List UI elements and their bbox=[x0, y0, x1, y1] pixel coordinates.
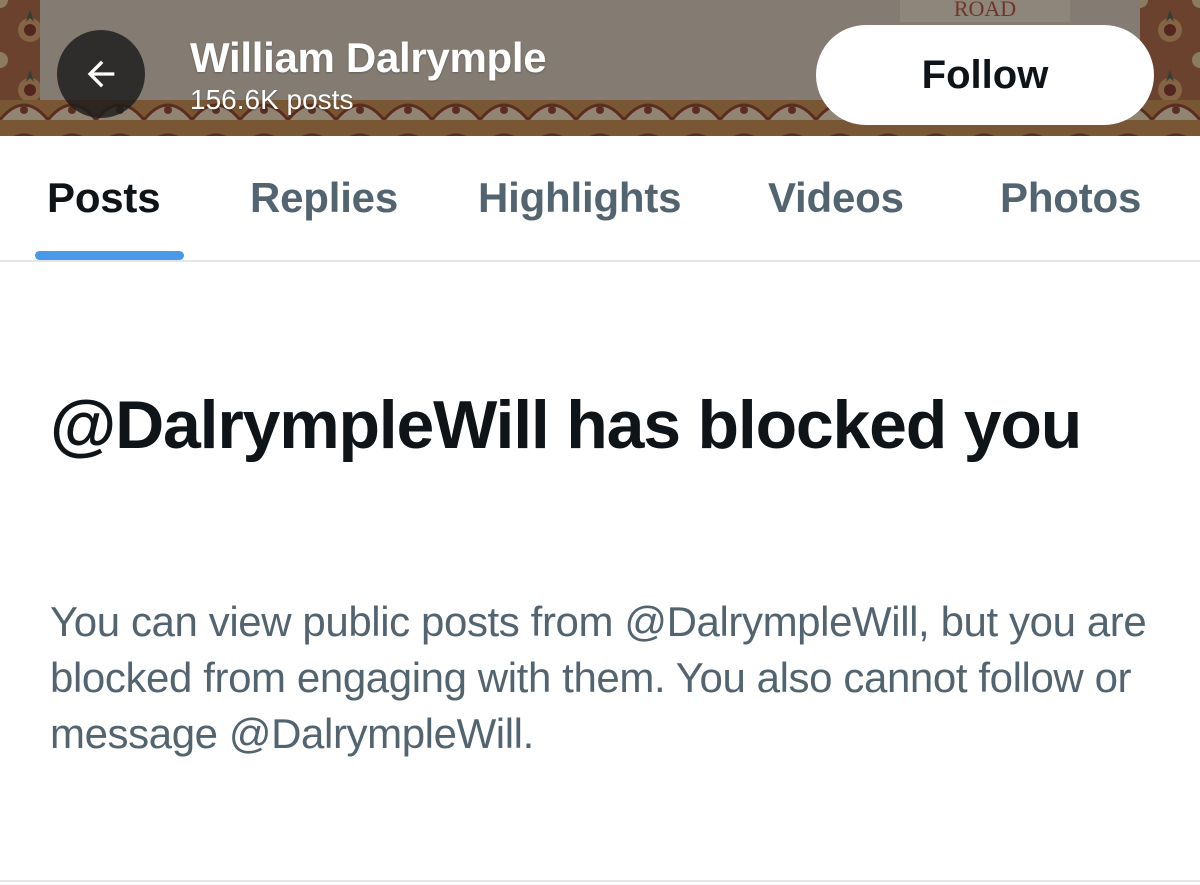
tab-replies[interactable]: Replies bbox=[250, 174, 398, 222]
tab-posts[interactable]: Posts bbox=[47, 174, 161, 222]
profile-name: William Dalrymple bbox=[190, 34, 547, 81]
blocked-title: @DalrympleWill has blocked you bbox=[50, 387, 1082, 463]
back-button[interactable] bbox=[57, 30, 145, 118]
blocked-description: You can view public posts from @Dalrympl… bbox=[50, 598, 1147, 757]
tab-videos[interactable]: Videos bbox=[768, 174, 904, 222]
divider bbox=[0, 880, 1200, 882]
arrow-left-icon bbox=[87, 60, 115, 88]
follow-button[interactable]: Follow bbox=[816, 25, 1154, 125]
profile-header: ROAD William Dalrymple 156.6K posts Foll… bbox=[0, 0, 1200, 136]
tab-highlights[interactable]: Highlights bbox=[478, 174, 682, 222]
post-count: 156.6K posts bbox=[190, 84, 354, 115]
profile-page: ROAD William Dalrymple 156.6K posts Foll… bbox=[0, 0, 1200, 885]
tab-photos[interactable]: Photos bbox=[1000, 174, 1141, 222]
profile-tabs: Posts Replies Highlights Videos Photos bbox=[0, 136, 1200, 262]
active-tab-indicator bbox=[35, 251, 184, 260]
